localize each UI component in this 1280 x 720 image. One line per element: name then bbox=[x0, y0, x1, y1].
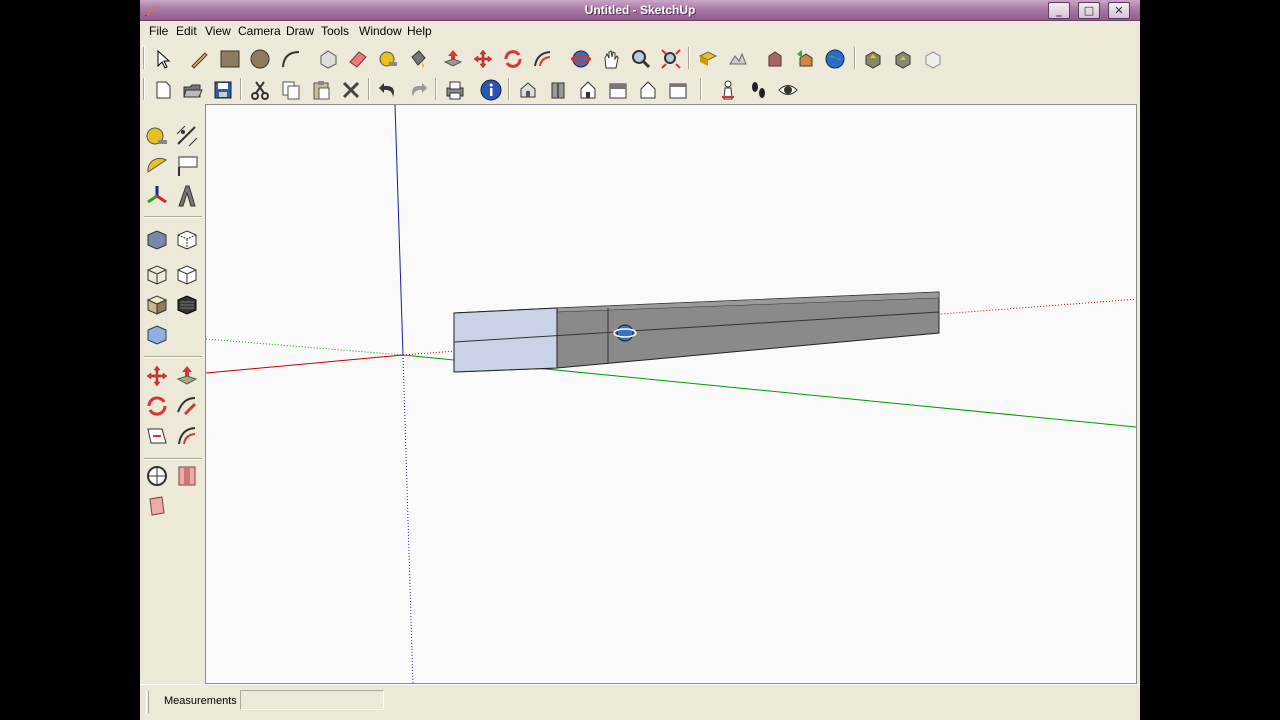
arc-icon[interactable] bbox=[278, 46, 304, 71]
open-icon[interactable] bbox=[180, 77, 206, 102]
redo-icon[interactable] bbox=[405, 77, 431, 102]
zoom-extents-icon[interactable] bbox=[658, 46, 684, 71]
measurements-input[interactable] bbox=[240, 690, 384, 710]
model-info-icon[interactable] bbox=[478, 77, 504, 102]
menu-window[interactable]: Window bbox=[359, 24, 402, 38]
move-icon[interactable] bbox=[143, 362, 171, 390]
tape-measure-icon[interactable] bbox=[143, 122, 171, 150]
circle-icon[interactable] bbox=[247, 46, 273, 71]
share-component-icon[interactable] bbox=[920, 46, 946, 71]
back-view-icon[interactable] bbox=[635, 77, 661, 102]
top-view-icon[interactable] bbox=[545, 77, 571, 102]
menu-camera[interactable]: Camera bbox=[238, 24, 281, 38]
orbit-icon[interactable] bbox=[568, 46, 594, 71]
beam-selected-end-face[interactable] bbox=[453, 307, 558, 373]
left-toolbar bbox=[140, 104, 204, 684]
menu-edit[interactable]: Edit bbox=[176, 24, 197, 38]
back-edges-icon[interactable] bbox=[173, 226, 201, 254]
hidden-line-icon[interactable] bbox=[173, 261, 201, 289]
erase-icon[interactable] bbox=[338, 77, 364, 102]
minimize-button[interactable]: _ bbox=[1048, 2, 1070, 19]
menu-view[interactable]: View bbox=[205, 24, 231, 38]
paint-bucket-icon[interactable] bbox=[405, 46, 431, 71]
pan-icon[interactable] bbox=[598, 46, 624, 71]
3d-viewport[interactable] bbox=[205, 104, 1137, 684]
menu-file[interactable]: File bbox=[149, 24, 168, 38]
toggle-terrain-icon[interactable] bbox=[725, 46, 751, 71]
menu-bar: File Edit View Camera Draw Tools Window … bbox=[140, 21, 1140, 41]
google-earth-icon[interactable] bbox=[822, 46, 848, 71]
3d-text-icon[interactable] bbox=[173, 182, 201, 210]
model-canvas[interactable] bbox=[206, 105, 1137, 684]
tape-measure-icon[interactable] bbox=[375, 46, 401, 71]
get-models-icon[interactable] bbox=[762, 46, 788, 71]
maximize-button[interactable]: □ bbox=[1078, 2, 1100, 19]
section-plane-icon[interactable] bbox=[143, 462, 171, 490]
axes-icon[interactable] bbox=[143, 182, 171, 210]
preview-in-earth-icon[interactable] bbox=[890, 46, 916, 71]
xray-icon[interactable] bbox=[143, 226, 171, 254]
shaded-icon[interactable] bbox=[143, 291, 171, 319]
window-title: Untitled - SketchUp bbox=[584, 3, 696, 17]
follow-me-icon[interactable] bbox=[530, 46, 556, 71]
iso-view-icon[interactable] bbox=[515, 77, 541, 102]
share-model-icon[interactable] bbox=[792, 46, 818, 71]
push-pull-icon[interactable] bbox=[440, 46, 466, 71]
print-icon[interactable] bbox=[442, 77, 468, 102]
right-view-icon[interactable] bbox=[605, 77, 631, 102]
wireframe-icon[interactable] bbox=[143, 261, 171, 289]
rotate-icon[interactable] bbox=[500, 46, 526, 71]
add-location-icon[interactable] bbox=[695, 46, 721, 71]
status-bar: Measurements bbox=[140, 684, 1140, 720]
new-icon[interactable] bbox=[150, 77, 176, 102]
save-icon[interactable] bbox=[210, 77, 236, 102]
get-photo-texture-icon[interactable] bbox=[860, 46, 886, 71]
select-icon[interactable] bbox=[150, 46, 176, 71]
menu-tools[interactable]: Tools bbox=[321, 24, 349, 38]
paste-icon[interactable] bbox=[308, 77, 334, 102]
menu-help[interactable]: Help bbox=[407, 24, 432, 38]
undo-icon[interactable] bbox=[375, 77, 401, 102]
close-button[interactable]: ✕ bbox=[1108, 2, 1130, 19]
scale-icon[interactable] bbox=[173, 392, 201, 420]
copy-icon[interactable] bbox=[278, 77, 304, 102]
text-icon[interactable] bbox=[173, 152, 201, 180]
rectangle-icon[interactable] bbox=[217, 46, 243, 71]
offset-icon[interactable] bbox=[143, 422, 171, 450]
eraser-icon[interactable] bbox=[345, 46, 371, 71]
standard-toolbar bbox=[140, 74, 1140, 104]
green-axis-negative bbox=[206, 338, 404, 356]
left-view-icon[interactable] bbox=[665, 77, 691, 102]
monochrome-icon[interactable] bbox=[143, 321, 171, 349]
display-section-cuts-icon[interactable] bbox=[143, 492, 171, 520]
rotate-icon[interactable] bbox=[143, 392, 171, 420]
dimension-icon[interactable] bbox=[173, 122, 201, 150]
push-pull-icon[interactable] bbox=[173, 362, 201, 390]
make-component-icon[interactable] bbox=[315, 46, 341, 71]
pencil-line-icon[interactable] bbox=[186, 46, 212, 71]
blue-axis bbox=[394, 105, 404, 356]
protractor-icon[interactable] bbox=[143, 152, 171, 180]
follow-me-icon[interactable] bbox=[173, 422, 201, 450]
shaded-textures-icon[interactable] bbox=[173, 291, 201, 319]
status-grip bbox=[146, 691, 149, 713]
look-around-icon[interactable] bbox=[775, 77, 801, 102]
title-bar[interactable]: Untitled - SketchUp _ □ ✕ bbox=[140, 0, 1140, 21]
menu-draw[interactable]: Draw bbox=[286, 24, 314, 38]
front-view-icon[interactable] bbox=[575, 77, 601, 102]
walk-icon[interactable] bbox=[745, 77, 771, 102]
main-toolbar bbox=[140, 43, 1140, 73]
blue-axis-negative bbox=[402, 354, 414, 683]
sketchup-window: Untitled - SketchUp _ □ ✕ File Edit View… bbox=[140, 0, 1140, 720]
cut-icon[interactable] bbox=[247, 77, 273, 102]
display-section-planes-icon[interactable] bbox=[173, 462, 201, 490]
zoom-icon[interactable] bbox=[628, 46, 654, 71]
red-axis bbox=[206, 354, 404, 374]
move-icon[interactable] bbox=[470, 46, 496, 71]
position-camera-icon[interactable] bbox=[715, 77, 741, 102]
measurements-label: Measurements bbox=[164, 695, 237, 707]
